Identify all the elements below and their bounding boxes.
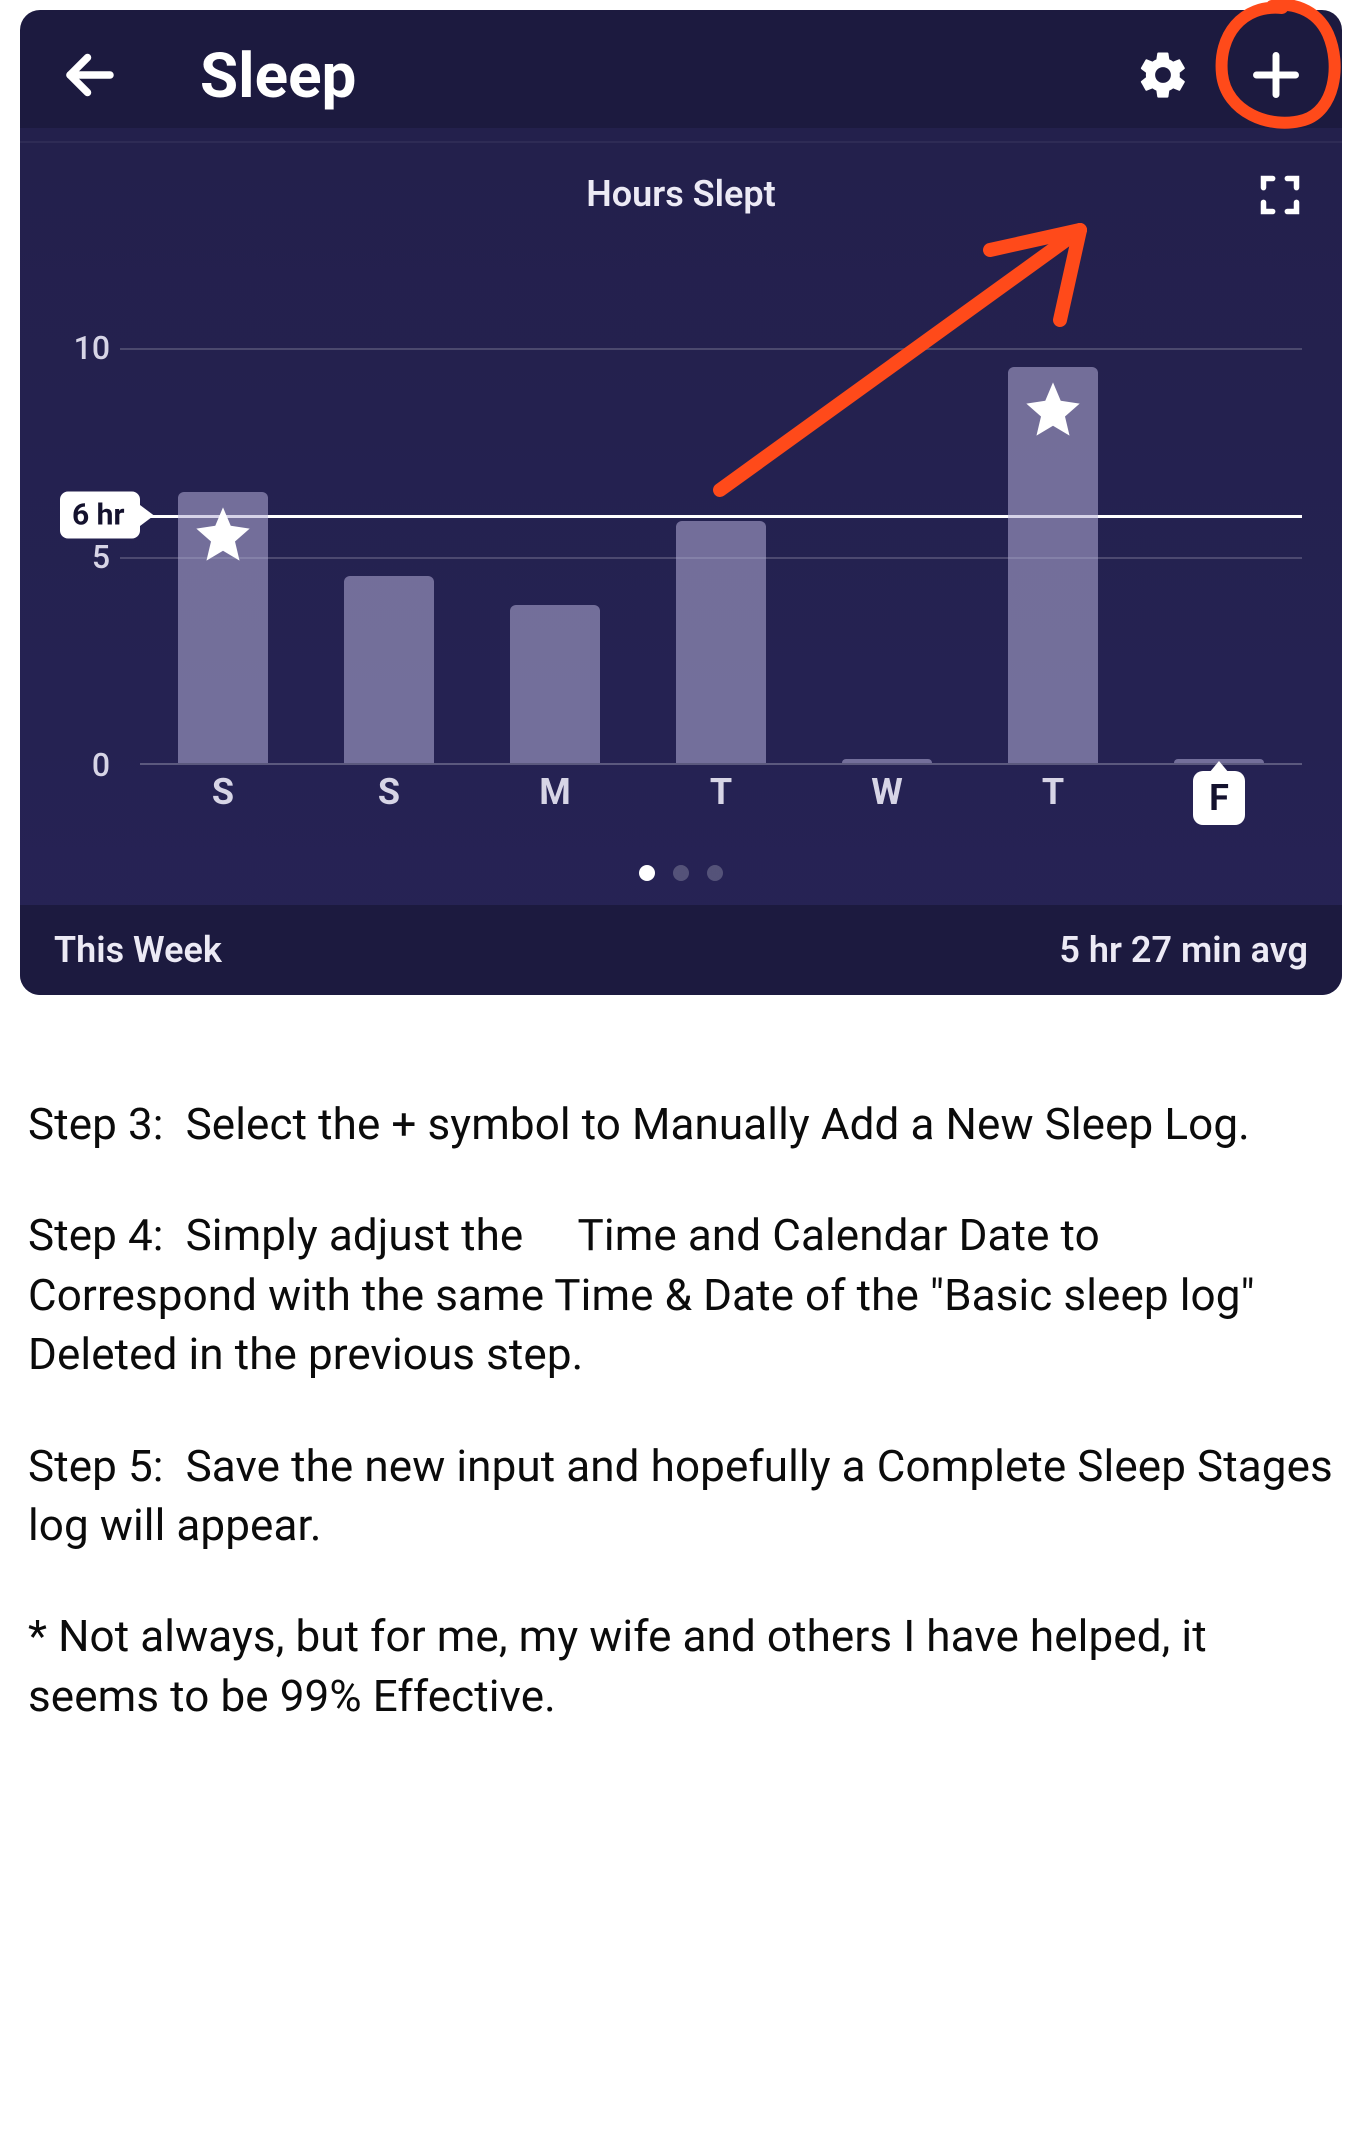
x-label: S bbox=[140, 753, 306, 825]
bar-slot[interactable] bbox=[638, 265, 804, 763]
x-label: F bbox=[1136, 753, 1302, 825]
average-label: 6 hr bbox=[60, 492, 140, 539]
bar bbox=[344, 576, 434, 764]
x-label: S bbox=[306, 753, 472, 825]
bar-slot[interactable] bbox=[1136, 265, 1302, 763]
step-3: Step 3: Select the + symbol to Manually … bbox=[28, 1095, 1334, 1154]
bar-slot[interactable] bbox=[306, 265, 472, 763]
star-icon bbox=[191, 502, 255, 570]
bar bbox=[1008, 367, 1098, 763]
x-label: W bbox=[804, 753, 970, 825]
page-dot[interactable] bbox=[673, 865, 689, 881]
back-arrow-icon[interactable] bbox=[60, 45, 120, 109]
chart-footer: This Week 5 hr 27 min avg bbox=[20, 905, 1342, 995]
page-dot[interactable] bbox=[707, 865, 723, 881]
bar-slot[interactable] bbox=[970, 265, 1136, 763]
topbar-actions bbox=[1136, 48, 1302, 106]
step-5: Step 5: Save the new input and hopefully… bbox=[28, 1437, 1334, 1556]
bar-slot[interactable] bbox=[140, 265, 306, 763]
instructions-text: Step 3: Select the + symbol to Manually … bbox=[0, 995, 1362, 1726]
step-4: Step 4: Simply adjust the Time and Calen… bbox=[28, 1206, 1334, 1384]
add-icon[interactable] bbox=[1250, 49, 1302, 105]
footer-right: 5 hr 27 min avg bbox=[1059, 929, 1308, 971]
chart-title: Hours Slept bbox=[586, 173, 775, 215]
bar-slot[interactable] bbox=[804, 265, 970, 763]
y-tick: 10 bbox=[74, 329, 110, 367]
bars-container bbox=[140, 265, 1302, 765]
expand-icon[interactable] bbox=[1258, 173, 1302, 221]
bar bbox=[676, 521, 766, 763]
star-icon bbox=[1021, 377, 1085, 445]
x-axis-labels: SSMTWTF bbox=[140, 753, 1302, 825]
chart-header: Hours Slept bbox=[20, 143, 1342, 235]
bar bbox=[178, 492, 268, 763]
sleep-card: Sleep Hours Slept 0510 6 hr SSMTWTF This… bbox=[20, 10, 1342, 995]
x-label: M bbox=[472, 753, 638, 825]
y-tick: 5 bbox=[92, 538, 110, 576]
footer-left: This Week bbox=[54, 929, 222, 971]
x-label: T bbox=[638, 753, 804, 825]
y-tick: 0 bbox=[92, 746, 110, 784]
settings-icon[interactable] bbox=[1136, 48, 1190, 106]
x-label: T bbox=[970, 753, 1136, 825]
page-dot[interactable] bbox=[639, 865, 655, 881]
note: * Not always, but for me, my wife and ot… bbox=[28, 1607, 1334, 1726]
bar bbox=[510, 605, 600, 763]
page-dots[interactable] bbox=[20, 825, 1342, 905]
topbar: Sleep bbox=[20, 10, 1342, 143]
bar-slot[interactable] bbox=[472, 265, 638, 763]
page-title: Sleep bbox=[200, 40, 1136, 113]
chart-area[interactable]: 0510 6 hr SSMTWTF bbox=[60, 265, 1302, 825]
